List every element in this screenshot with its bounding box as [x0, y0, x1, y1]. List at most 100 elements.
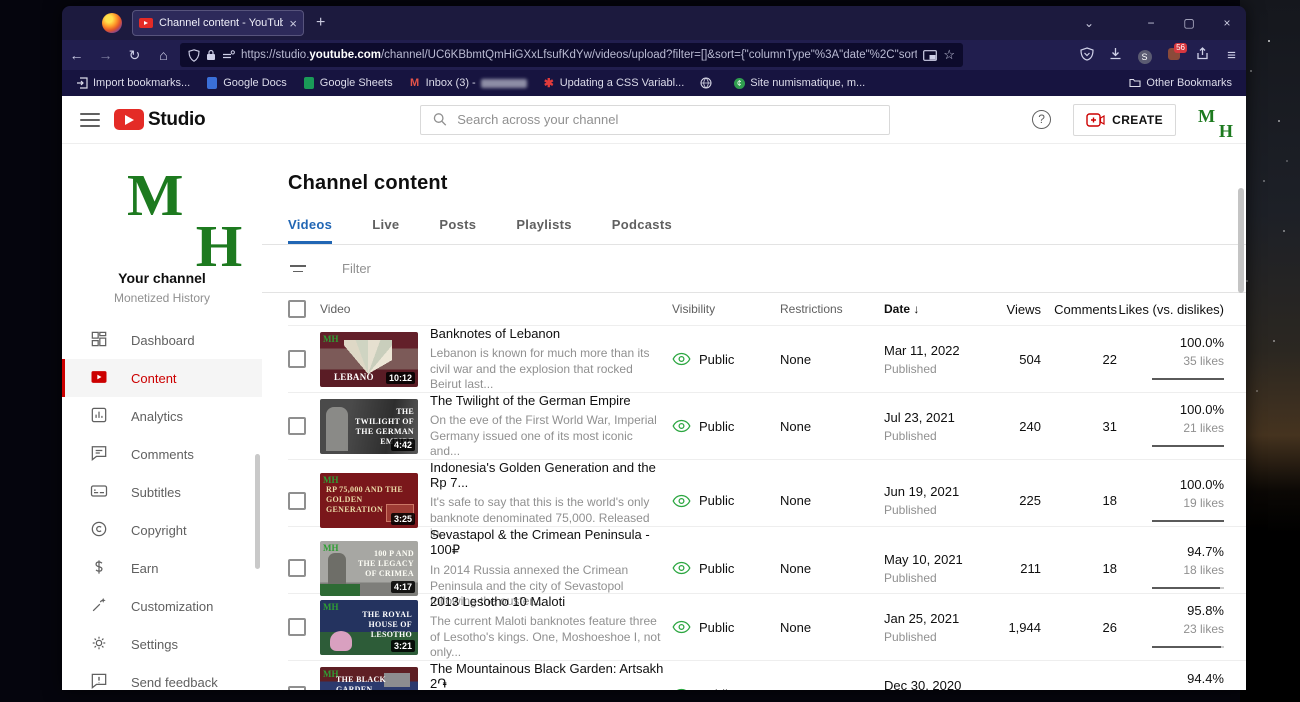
- video-thumbnail[interactable]: MH Lebano 10:12: [320, 332, 418, 387]
- visibility-value[interactable]: Public: [699, 620, 734, 635]
- bookmark-item[interactable]: Google Docs: [200, 75, 293, 91]
- lock-icon[interactable]: [206, 49, 216, 61]
- new-tab-button[interactable]: +: [316, 14, 325, 32]
- sidebar-item-content[interactable]: Content: [62, 359, 262, 397]
- col-date[interactable]: Date ↓: [884, 302, 988, 316]
- url-bar[interactable]: https://studio.youtube.com/channel/UC6KB…: [180, 43, 963, 67]
- bookmark-item[interactable]: ✱ Updating a CSS Variabl...: [537, 75, 691, 91]
- video-title[interactable]: The Mountainous Black Garden: Artsakh 2֏: [430, 661, 672, 690]
- sidebar-item-analytics[interactable]: Analytics: [62, 397, 262, 435]
- video-row[interactable]: MH The Royal House of Lesotho 3:21 2013 …: [288, 593, 1246, 660]
- visibility-value[interactable]: Public: [699, 561, 734, 576]
- picture-in-picture-icon[interactable]: [923, 50, 937, 61]
- customization-icon: [89, 595, 109, 618]
- col-restrictions: Restrictions: [780, 302, 884, 316]
- video-row[interactable]: MH Lebano 10:12 Banknotes of Lebanon Leb…: [288, 325, 1246, 392]
- tab-close-icon[interactable]: ×: [289, 16, 297, 31]
- tab-list-chevron-icon[interactable]: ⌄: [1070, 16, 1108, 30]
- app-menu-icon[interactable]: ≡: [1217, 47, 1246, 64]
- tab-videos[interactable]: Videos: [288, 217, 332, 244]
- maximize-button[interactable]: ▢: [1170, 16, 1208, 30]
- video-row[interactable]: MH The Black Garden The Mountainous Blac…: [288, 660, 1246, 690]
- home-button[interactable]: ⌂: [149, 47, 178, 63]
- sidebar-item-dashboard[interactable]: Dashboard: [62, 321, 262, 359]
- video-thumbnail[interactable]: The Twilight of the German Empire 4:42: [320, 399, 418, 454]
- video-title[interactable]: Indonesia's Golden Generation and the Rp…: [430, 460, 672, 490]
- video-thumbnail[interactable]: MH The Royal House of Lesotho 3:21: [320, 600, 418, 655]
- studio-logo[interactable]: Studio: [114, 109, 205, 131]
- video-title[interactable]: 2013 Lesotho 10 Maloti: [430, 594, 666, 609]
- window-controls: ⌄ − ▢ ×: [1070, 16, 1246, 30]
- visibility-value[interactable]: Public: [699, 493, 734, 508]
- channel-avatar[interactable]: MH: [127, 166, 197, 252]
- video-thumbnail[interactable]: MH Rp 75,000 and the Golden Generation 3…: [320, 473, 418, 528]
- browser-tab-active[interactable]: Channel content - YouTube Stu ×: [132, 10, 304, 36]
- channel-search[interactable]: [420, 105, 890, 135]
- likes-ratio-bar: [1152, 587, 1224, 589]
- menu-icon[interactable]: [80, 113, 100, 127]
- account-avatar[interactable]: MH: [1198, 107, 1224, 133]
- video-row[interactable]: MH Rp 75,000 and the Golden Generation 3…: [288, 459, 1246, 526]
- tab-posts[interactable]: Posts: [439, 217, 476, 244]
- forward-button[interactable]: →: [91, 47, 120, 63]
- video-row[interactable]: MH 100 P and the Legacy of Crimea 4:17 S…: [288, 526, 1246, 593]
- extension-s-icon[interactable]: S: [1130, 47, 1159, 64]
- create-button[interactable]: CREATE: [1073, 104, 1176, 136]
- reload-button[interactable]: ↻: [120, 47, 149, 64]
- shield-icon[interactable]: [188, 49, 200, 62]
- bookmark-item[interactable]: ¢ Site numismatique, m...: [727, 75, 871, 91]
- bookmark-item[interactable]: M Inbox (3) -: [403, 75, 533, 91]
- tab-live[interactable]: Live: [372, 217, 399, 244]
- comments-value: 22: [1041, 352, 1117, 367]
- sidebar-scrollbar[interactable]: [255, 454, 260, 569]
- sidebar-item-customization[interactable]: Customization: [62, 587, 262, 625]
- downloads-icon[interactable]: [1101, 47, 1130, 63]
- video-thumbnail[interactable]: MH The Black Garden: [320, 667, 418, 690]
- tab-playlists[interactable]: Playlists: [516, 217, 571, 244]
- sidebar-item-settings[interactable]: Settings: [62, 625, 262, 663]
- select-all-checkbox[interactable]: [288, 300, 306, 318]
- share-icon[interactable]: [1188, 47, 1217, 63]
- back-button[interactable]: ←: [62, 47, 91, 63]
- video-title[interactable]: Banknotes of Lebanon: [430, 326, 666, 341]
- help-button[interactable]: ?: [1032, 110, 1051, 129]
- bookmark-star-icon[interactable]: ☆: [943, 47, 955, 63]
- sidebar-item-earn[interactable]: Earn: [62, 549, 262, 587]
- firefox-icon[interactable]: [102, 13, 122, 33]
- visibility-value[interactable]: Public: [699, 419, 734, 434]
- stars: [1268, 40, 1270, 42]
- search-input[interactable]: [457, 112, 877, 127]
- sidebar-item-label: Dashboard: [131, 333, 195, 348]
- row-checkbox[interactable]: [288, 350, 306, 368]
- sidebar-item-comments[interactable]: Comments: [62, 435, 262, 473]
- close-button[interactable]: ×: [1208, 16, 1246, 30]
- likes-count: 23 likes: [1117, 622, 1224, 636]
- video-thumbnail[interactable]: MH 100 P and the Legacy of Crimea 4:17: [320, 541, 418, 596]
- extension-badge-icon[interactable]: 56: [1159, 47, 1188, 64]
- visibility-value[interactable]: Public: [699, 352, 734, 367]
- row-checkbox[interactable]: [288, 618, 306, 636]
- likes-count: 21 likes: [1117, 421, 1224, 435]
- sidebar-item-copyright[interactable]: Copyright: [62, 511, 262, 549]
- permissions-icon[interactable]: [222, 50, 235, 61]
- row-checkbox[interactable]: [288, 686, 306, 690]
- sidebar-item-subtitles[interactable]: Subtitles: [62, 473, 262, 511]
- sidebar-item-send-feedback[interactable]: Send feedback: [62, 663, 262, 690]
- content-scrollbar[interactable]: [1238, 188, 1244, 293]
- minimize-button[interactable]: −: [1132, 16, 1170, 30]
- bookmark-item[interactable]: Import bookmarks...: [70, 75, 196, 91]
- row-checkbox[interactable]: [288, 492, 306, 510]
- row-checkbox[interactable]: [288, 417, 306, 435]
- visibility-value[interactable]: Public: [699, 687, 734, 690]
- other-bookmarks-button[interactable]: Other Bookmarks: [1123, 75, 1238, 91]
- row-checkbox[interactable]: [288, 559, 306, 577]
- bookmark-item[interactable]: [694, 75, 723, 91]
- bookmark-item[interactable]: Google Sheets: [297, 75, 399, 91]
- pocket-icon[interactable]: [1072, 47, 1101, 64]
- video-row[interactable]: The Twilight of the German Empire 4:42 T…: [288, 392, 1246, 459]
- video-title[interactable]: Sevastapol & the Crimean Peninsula - 100…: [430, 527, 672, 558]
- tab-podcasts[interactable]: Podcasts: [612, 217, 672, 244]
- restrictions-value: None: [780, 620, 884, 635]
- video-title[interactable]: The Twilight of the German Empire: [430, 393, 666, 408]
- filter-bar[interactable]: Filter: [262, 245, 1246, 292]
